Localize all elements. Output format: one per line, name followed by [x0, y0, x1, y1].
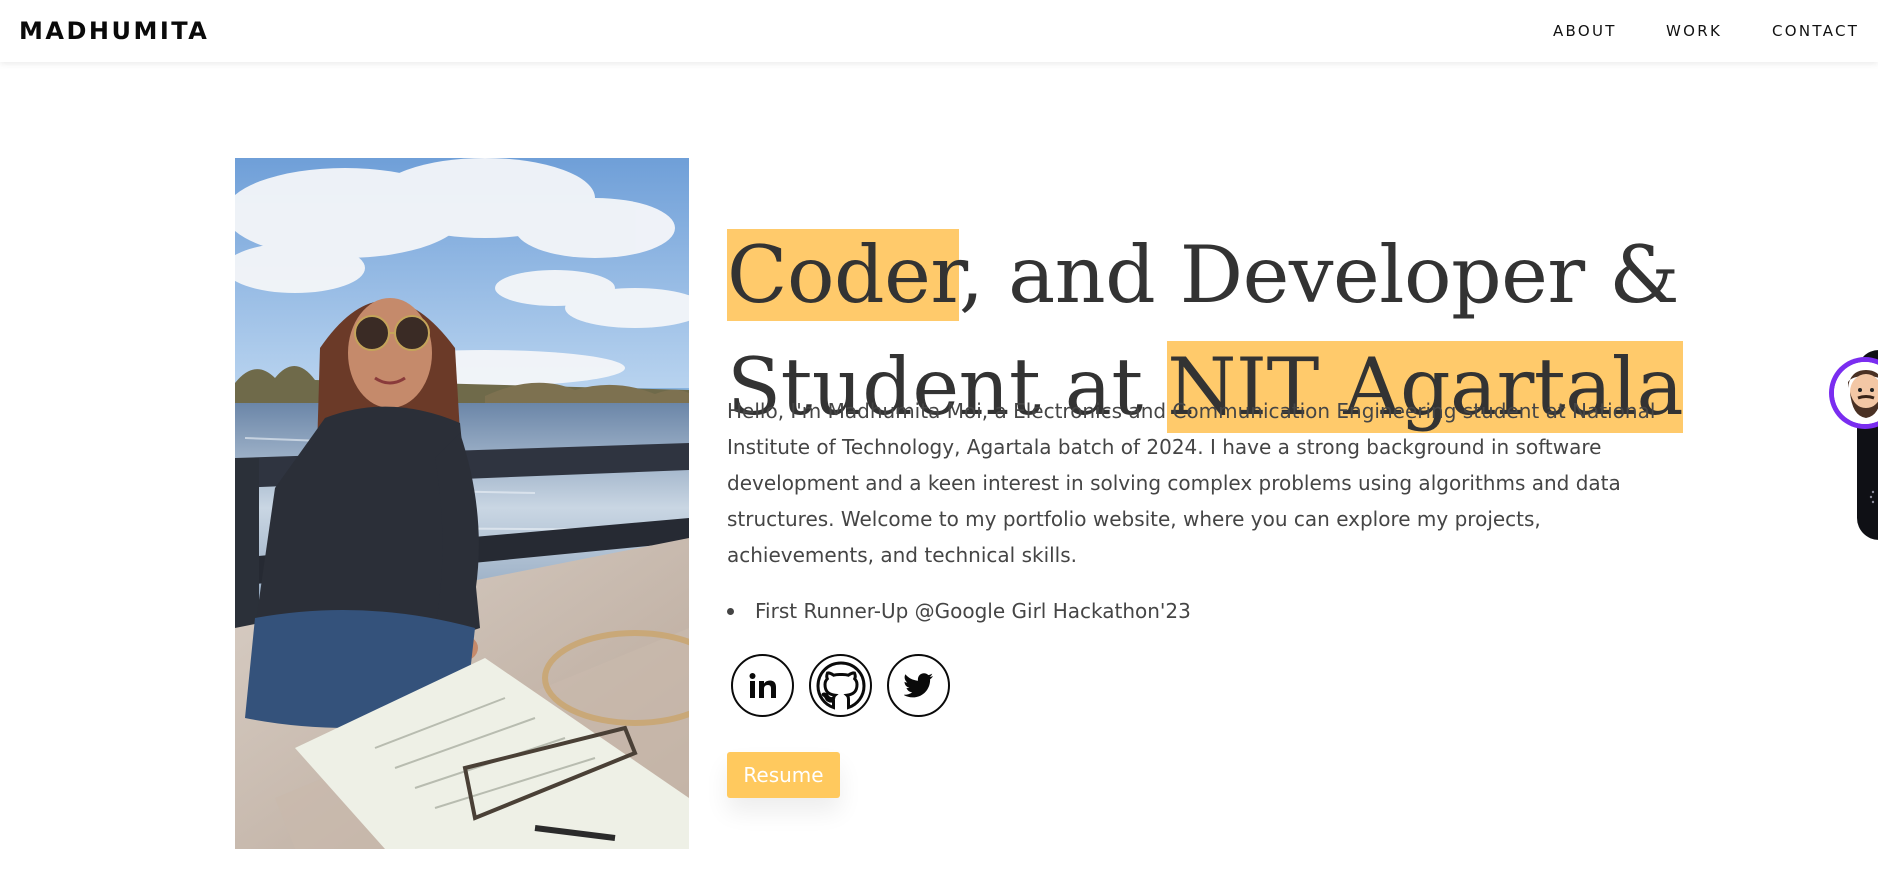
intro-paragraph: Hello, I'm Madhumita Moi, a Electronics …: [727, 399, 1656, 567]
achievement-text: First Runner-Up @Google Girl Hackathon'2…: [755, 599, 1191, 623]
github-icon: [814, 659, 868, 713]
linkedin-icon: [748, 672, 778, 700]
bullet-icon: [727, 607, 734, 615]
headline-highlight-coder: Coder: [727, 228, 959, 321]
nav-link-about[interactable]: ABOUT: [1553, 20, 1617, 42]
resume-button[interactable]: Resume: [727, 752, 840, 798]
chat-dots-icon: [1869, 490, 1877, 504]
github-link[interactable]: [809, 654, 872, 717]
bearded-man-avatar-icon: [1834, 362, 1878, 424]
chat-bot-avatar-button[interactable]: [1829, 357, 1878, 429]
nav-links: ABOUT WORK CONTACT: [0, 20, 1878, 44]
top-navbar: MADHUMITA ABOUT WORK CONTACT: [0, 0, 1878, 62]
twitter-icon: [903, 672, 934, 699]
nav-link-contact[interactable]: CONTACT: [1772, 20, 1859, 42]
headline-rest-1: , and Developer &: [958, 228, 1680, 321]
twitter-link[interactable]: [887, 654, 950, 717]
headline-line-1: Coder, and Developer &: [727, 219, 1687, 331]
achievement-list-item: First Runner-Up @Google Girl Hackathon'2…: [727, 593, 1191, 629]
linkedin-link[interactable]: [731, 654, 794, 717]
nav-link-work[interactable]: WORK: [1666, 20, 1722, 42]
profile-photo: [235, 158, 689, 849]
